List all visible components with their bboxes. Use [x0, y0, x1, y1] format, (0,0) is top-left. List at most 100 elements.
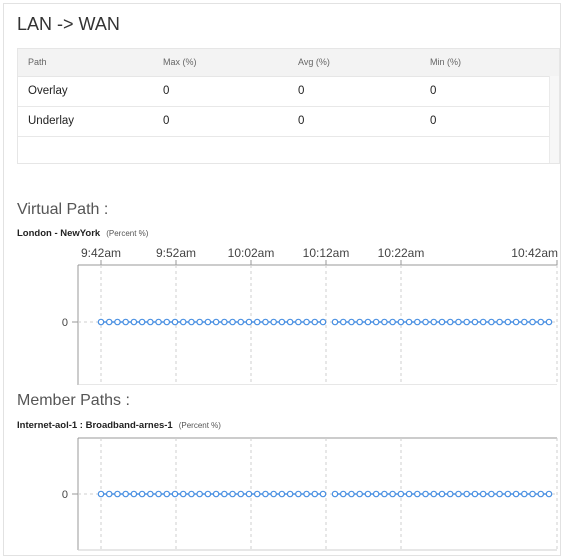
y-tick-label: 0 [62, 489, 68, 501]
x-tick-label: 9:52am [156, 246, 196, 260]
table-row[interactable]: Overlay 0 0 0 [18, 77, 551, 107]
data-point [114, 490, 121, 498]
data-point [204, 318, 212, 326]
data-point [488, 490, 495, 498]
data-point [504, 318, 512, 326]
data-point [204, 490, 212, 498]
data-point [221, 318, 228, 326]
data-point [545, 490, 553, 498]
data-point [295, 490, 302, 498]
data-point [479, 318, 487, 326]
data-point [105, 318, 113, 326]
data-point [286, 490, 294, 498]
data-point [463, 318, 470, 326]
col-header-avg[interactable]: Avg (%) [298, 57, 330, 67]
data-point [319, 490, 327, 498]
virtual-path-chart-title: London - NewYork (Percent %) [17, 228, 148, 239]
data-point [372, 490, 380, 498]
data-point [348, 318, 355, 326]
data-point [229, 490, 236, 498]
data-point [188, 490, 195, 498]
x-tick-label: 10:12am [303, 246, 350, 260]
chart-unit: (Percent %) [178, 421, 221, 430]
data-point [389, 490, 396, 498]
x-tick-label: 9:42am [81, 246, 121, 260]
data-point [155, 490, 162, 498]
data-point [331, 490, 339, 498]
data-point [155, 318, 162, 326]
data-point [455, 490, 462, 498]
table-scrollbar[interactable] [549, 76, 559, 163]
chart-unit: (Percent %) [106, 229, 149, 238]
data-point [163, 318, 171, 326]
cell-max: 0 [163, 85, 170, 97]
data-point [179, 318, 187, 326]
cell-path: Underlay [28, 115, 75, 127]
data-point [212, 318, 220, 326]
data-point [130, 490, 138, 498]
data-point [303, 318, 310, 326]
data-point [311, 318, 319, 326]
data-point [253, 490, 261, 498]
data-point [147, 490, 154, 498]
data-point [278, 490, 286, 498]
col-header-path[interactable]: Path [28, 57, 47, 67]
data-point [270, 318, 277, 326]
data-point [422, 318, 429, 326]
col-header-min[interactable]: Min (%) [430, 57, 461, 67]
data-point [311, 490, 319, 498]
data-point [422, 490, 429, 498]
cell-path: Overlay [28, 85, 68, 97]
data-point [221, 490, 228, 498]
data-point [105, 490, 113, 498]
panel-title: LAN -> WAN [17, 14, 120, 34]
data-point [229, 318, 236, 326]
data-point [122, 318, 129, 326]
data-point [138, 318, 146, 326]
member-paths-heading: Member Paths : [17, 392, 130, 409]
data-point [529, 490, 536, 498]
col-header-max[interactable]: Max (%) [163, 57, 197, 67]
member-paths-chart: 0 [62, 437, 558, 551]
data-point [262, 318, 269, 326]
data-point [295, 318, 302, 326]
x-tick-label: 10:42am [511, 246, 558, 260]
data-point [529, 318, 536, 326]
data-point [97, 490, 105, 498]
data-point [114, 318, 121, 326]
data-point [245, 490, 253, 498]
data-point [237, 490, 245, 498]
cell-avg: 0 [298, 85, 305, 97]
data-point [339, 490, 347, 498]
data-point [414, 490, 421, 498]
y-tick-label: 0 [62, 317, 68, 329]
x-tick-label: 10:02am [228, 246, 275, 260]
cell-min: 0 [430, 85, 437, 97]
data-point [430, 490, 438, 498]
data-point [521, 490, 528, 498]
data-point [245, 318, 253, 326]
data-point [356, 318, 363, 326]
data-point [512, 490, 520, 498]
data-point [303, 490, 310, 498]
table-row[interactable]: Underlay 0 0 0 [18, 107, 551, 137]
data-point [138, 490, 146, 498]
data-point [286, 318, 294, 326]
virtual-path-chart: 9:42am 9:52am 10:02am 10:12am 10:22am 10:42am… [62, 246, 558, 385]
data-point [414, 318, 421, 326]
data-point [171, 318, 179, 326]
data-point [397, 318, 405, 326]
data-point [97, 318, 105, 326]
data-point [463, 490, 470, 498]
virtual-path-heading: Virtual Path : [17, 201, 109, 218]
data-point [319, 318, 327, 326]
data-point [348, 490, 355, 498]
data-point [262, 490, 269, 498]
data-point [430, 318, 438, 326]
data-point [405, 490, 413, 498]
data-point [339, 318, 347, 326]
table-header: Path Max (%) Avg (%) Min (%) [18, 49, 559, 77]
data-point [179, 490, 187, 498]
data-point [479, 490, 487, 498]
chart-title-text: London - NewYork [17, 228, 101, 239]
